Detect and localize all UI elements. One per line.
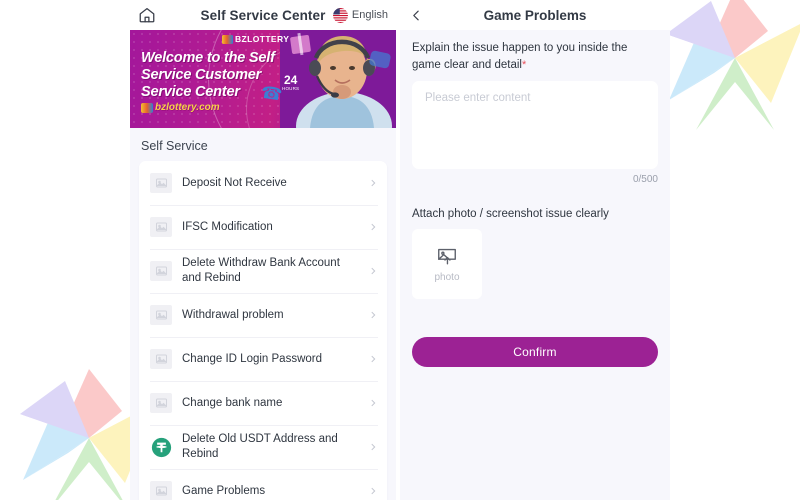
broken-image-icon (150, 393, 172, 413)
pastel-star-icon (666, 0, 800, 130)
language-selector[interactable]: English (332, 7, 388, 23)
list-item-label: Withdrawal problem (182, 308, 284, 321)
chevron-right-icon (371, 355, 376, 363)
attach-photo-label: Attach photo / screenshot issue clearly (412, 207, 609, 220)
broken-image-icon (150, 349, 172, 369)
game-problems-panel: Game Problems Explain the issue happen t… (400, 0, 670, 500)
right-topbar: Game Problems (400, 0, 670, 30)
list-item-label: Game Problems (182, 484, 266, 497)
chevron-right-icon (371, 223, 376, 231)
list-item-delete-old-usdt-address[interactable]: Delete Old USDT Address and Rebind (139, 425, 387, 469)
list-item-withdrawal-problem[interactable]: Withdrawal problem (139, 293, 387, 337)
promo-banner[interactable]: BZLOTTERY Welcome to the Self Service Cu… (130, 30, 396, 128)
chevron-right-icon (371, 267, 376, 275)
banner-24h-badge: 24 HOURS (282, 74, 299, 91)
list-item-label: Delete Withdraw Bank Account and Rebind (182, 257, 340, 284)
broken-image-icon (150, 173, 172, 193)
self-service-list: Deposit Not Receive IFSC Modification De… (139, 161, 387, 500)
list-item-ifsc-modification[interactable]: IFSC Modification (139, 205, 387, 249)
broken-image-icon (150, 217, 172, 237)
issue-textarea-container[interactable] (412, 80, 658, 169)
list-item-change-bank-name[interactable]: Change bank name (139, 381, 387, 425)
list-item-label: Delete Old USDT Address and Rebind (182, 433, 338, 460)
banner-logo-text: BZLOTTERY (235, 34, 290, 44)
photo-upload-label: photo (434, 271, 460, 283)
banner-24h-number: 24 (283, 73, 298, 87)
banner-brand-mark (141, 102, 153, 113)
left-topbar: Self Service Center English (130, 0, 396, 30)
detail-page-title: Game Problems (483, 7, 587, 23)
usdt-tether-icon (150, 436, 172, 458)
list-item-game-problems[interactable]: Game Problems (139, 469, 387, 500)
list-item-label: Change bank name (182, 396, 283, 409)
chevron-right-icon (371, 179, 376, 187)
list-item-label: Deposit Not Receive (182, 176, 287, 189)
character-counter: 0/500 (632, 173, 658, 185)
chevron-right-icon (371, 311, 376, 319)
language-label: English (351, 9, 388, 21)
app-root: Self Service Center English BZLOTTERY We… (0, 0, 800, 500)
chevron-right-icon (371, 443, 376, 451)
required-marker: * (521, 58, 527, 71)
chevron-right-icon (371, 399, 376, 407)
list-item-delete-withdraw-bank-account[interactable]: Delete Withdraw Bank Account and Rebind (139, 249, 387, 293)
photo-upload-icon (438, 248, 456, 265)
chevron-right-icon (371, 487, 376, 495)
confirm-button[interactable]: Confirm (412, 336, 658, 367)
broken-image-icon (150, 481, 172, 500)
banner-brand: bzlottery.com (141, 102, 220, 113)
list-item-deposit-not-receive[interactable]: Deposit Not Receive (139, 161, 387, 205)
banner-logo: BZLOTTERY (222, 34, 289, 44)
banner-logo-mark (222, 34, 233, 44)
banner-brand-text: bzlottery.com (155, 102, 220, 113)
banner-24h-unit: HOURS (282, 86, 300, 91)
us-flag-icon (332, 7, 348, 23)
list-item-change-id-login-password[interactable]: Change ID Login Password (139, 337, 387, 381)
self-service-panel: Self Service Center English BZLOTTERY We… (130, 0, 396, 500)
list-item-label: IFSC Modification (182, 220, 273, 233)
photo-upload-button[interactable]: photo (412, 228, 482, 299)
issue-textarea[interactable] (423, 89, 651, 164)
issue-field-label-text: Explain the issue happen to you inside t… (412, 42, 628, 71)
issue-form: Explain the issue happen to you inside t… (400, 30, 670, 367)
broken-image-icon (150, 305, 172, 325)
section-title: Self Service (141, 139, 208, 153)
broken-image-icon (150, 261, 172, 281)
phone-icon: ☎ (259, 82, 284, 105)
issue-field-label: Explain the issue happen to you inside t… (412, 40, 658, 74)
list-item-label: Change ID Login Password (182, 352, 322, 365)
